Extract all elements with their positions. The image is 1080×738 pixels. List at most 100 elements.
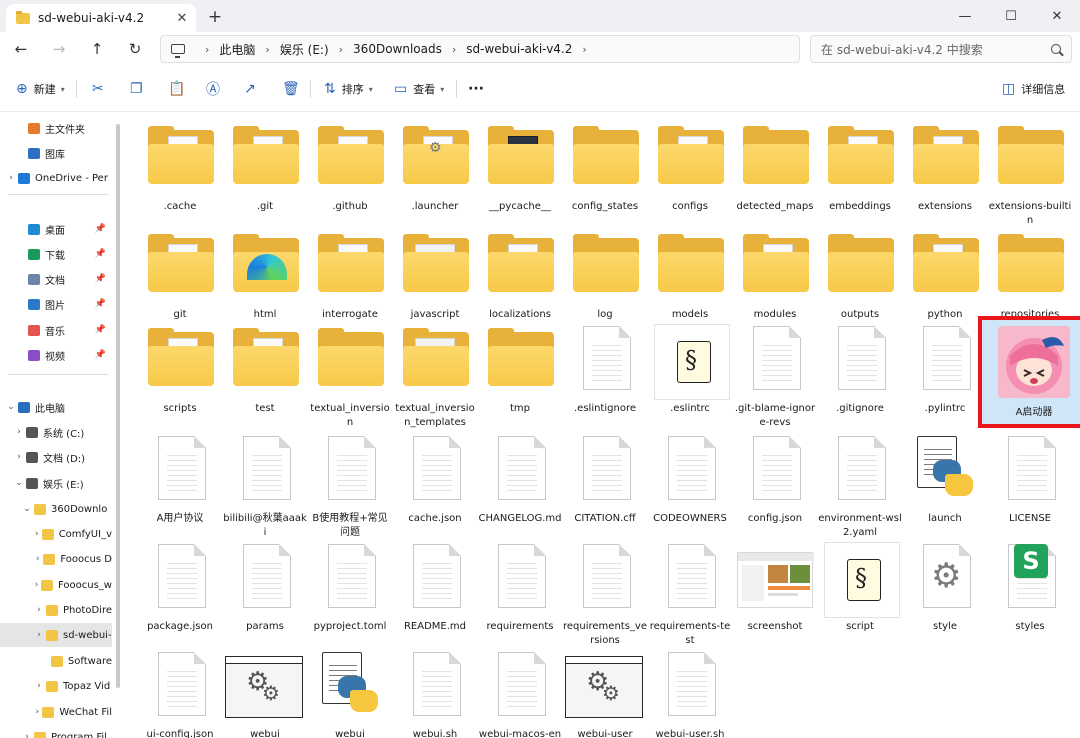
sidebar-item[interactable]: 桌面 📌 xyxy=(0,217,112,241)
forward-button[interactable]: → xyxy=(46,36,72,62)
file-item[interactable]: cache.json xyxy=(393,430,477,534)
chevron-right-icon[interactable]: › xyxy=(34,681,44,691)
file-item[interactable]: ⚙ style xyxy=(903,538,987,642)
breadcrumb-this-pc[interactable]: 此电脑 xyxy=(219,41,255,58)
file-item[interactable]: requirements-test xyxy=(648,538,732,646)
back-button[interactable]: ← xyxy=(8,36,34,62)
file-item[interactable]: ⚙ ⚙ webui-user xyxy=(563,646,647,738)
sidebar-item[interactable]: 视频 📌 xyxy=(0,343,112,367)
file-item[interactable]: pyproject.toml xyxy=(308,538,392,642)
file-item[interactable]: environment-wsl2.yaml xyxy=(818,430,902,538)
folder-item[interactable]: models xyxy=(648,226,732,330)
chevron-right-icon[interactable]: › xyxy=(34,554,41,564)
maximize-button[interactable]: ☐ xyxy=(988,0,1034,32)
folder-item[interactable]: tmp xyxy=(478,320,562,424)
folder-item[interactable]: python xyxy=(903,226,987,330)
chevron-right-icon[interactable]: › xyxy=(14,427,24,437)
sidebar-item[interactable]: 音乐 📌 xyxy=(0,318,112,342)
new-tab-button[interactable]: + xyxy=(204,6,226,28)
folder-item[interactable]: git xyxy=(138,226,222,330)
sidebar-item[interactable]: 图库 xyxy=(0,141,112,165)
sidebar-item[interactable]: Software xyxy=(0,649,112,673)
details-button[interactable]: ◫ 详细信息 xyxy=(1002,76,1065,102)
close-tab-button[interactable]: ✕ xyxy=(172,11,192,26)
file-item[interactable]: CITATION.cff xyxy=(563,430,647,534)
folder-item[interactable]: scripts xyxy=(138,320,222,424)
folder-item[interactable]: textual_inversion xyxy=(308,320,392,428)
folder-item[interactable]: extensions-builtin xyxy=(988,118,1072,226)
file-item[interactable]: .git-blame-ignore-revs xyxy=(733,320,817,428)
file-item[interactable]: CHANGELOG.md xyxy=(478,430,562,534)
address-bar[interactable]: › 此电脑 › 娱乐 (E:) › 360Downloads › sd-webu… xyxy=(160,35,800,63)
share-button[interactable]: ↗ xyxy=(244,76,262,102)
sidebar-item[interactable]: › 系统 (C:) xyxy=(0,420,112,444)
sidebar-scrollbar[interactable] xyxy=(116,124,120,688)
breadcrumb-drive-e[interactable]: 娱乐 (E:) xyxy=(280,41,329,58)
file-item[interactable]: params xyxy=(223,538,307,642)
sidebar-item[interactable]: › ComfyUI_v xyxy=(0,522,112,546)
cut-button[interactable]: ✂ xyxy=(92,76,110,102)
file-item[interactable]: B使用教程+常见问题 xyxy=(308,430,392,538)
file-item[interactable]: .gitignore xyxy=(818,320,902,424)
file-item[interactable]: webui xyxy=(308,646,392,738)
file-item[interactable]: package.json xyxy=(138,538,222,642)
sidebar-item[interactable]: ⌄ 此电脑 xyxy=(0,395,112,419)
sidebar-item[interactable]: › Fooocus D xyxy=(0,547,112,571)
file-item[interactable]: webui.sh xyxy=(393,646,477,738)
file-item[interactable]: screenshot xyxy=(733,538,817,642)
sidebar-item[interactable]: › Fooocus_w xyxy=(0,573,112,597)
chevron-right-icon[interactable]: › xyxy=(34,707,40,717)
search-input[interactable]: 在 sd-webui-aki-v4.2 中搜索 xyxy=(810,35,1072,63)
folder-item[interactable]: __pycache__ xyxy=(478,118,562,222)
sidebar-item[interactable]: 文档 📌 xyxy=(0,267,112,291)
file-item[interactable]: webui-macos-env.sh xyxy=(478,646,562,738)
folder-item[interactable]: repositories xyxy=(988,226,1072,330)
file-item[interactable]: README.md xyxy=(393,538,477,642)
chevron-down-icon[interactable]: ⌄ xyxy=(14,478,24,488)
sidebar-item[interactable]: › OneDrive - Per xyxy=(0,166,112,190)
close-window-button[interactable]: ✕ xyxy=(1034,0,1080,32)
chevron-right-icon[interactable]: › xyxy=(34,529,40,539)
sidebar-item[interactable]: › WeChat Fil xyxy=(0,700,112,724)
file-item[interactable]: .pylintrc xyxy=(903,320,987,424)
folder-item[interactable]: textual_inversion_templates xyxy=(393,320,477,428)
sidebar-item[interactable]: › 文档 (D:) xyxy=(0,445,112,469)
file-item[interactable]: requirements_versions xyxy=(563,538,647,646)
rename-button[interactable]: Ⓐ xyxy=(206,76,226,102)
folder-item[interactable]: interrogate xyxy=(308,226,392,330)
sidebar-item[interactable]: › Program Fil xyxy=(0,725,112,738)
folder-item[interactable]: ⚙ .launcher xyxy=(393,118,477,222)
folder-item[interactable]: .cache xyxy=(138,118,222,222)
chevron-right-icon[interactable]: › xyxy=(34,605,44,615)
file-item[interactable]: LICENSE xyxy=(988,430,1072,534)
new-button[interactable]: ⊕ 新建 ▾ xyxy=(16,76,65,102)
refresh-button[interactable]: ↻ xyxy=(122,36,148,62)
sidebar-item[interactable]: ⌄ 娱乐 (E:) xyxy=(0,471,112,495)
folder-item[interactable]: config_states xyxy=(563,118,647,222)
file-item[interactable]: A用户协议 xyxy=(138,430,222,534)
file-item[interactable]: Sstyles xyxy=(988,538,1072,642)
folder-item[interactable]: embeddings xyxy=(818,118,902,222)
folder-item[interactable]: detected_maps xyxy=(733,118,817,222)
folder-item[interactable]: outputs xyxy=(818,226,902,330)
sort-button[interactable]: ⇅ 排序 ▾ xyxy=(324,76,373,102)
breadcrumb-sd-webui[interactable]: sd-webui-aki-v4.2 xyxy=(466,42,572,56)
folder-item[interactable]: .github xyxy=(308,118,392,222)
file-item[interactable]: webui-user.sh xyxy=(648,646,732,738)
tab-sd-webui[interactable]: sd-webui-aki-v4.2 ✕ xyxy=(6,4,196,32)
view-button[interactable]: ▭ 查看 ▾ xyxy=(394,76,444,102)
file-item[interactable]: bilibili@秋葉aaaki xyxy=(223,430,307,538)
file-item[interactable]: config.json xyxy=(733,430,817,534)
file-item[interactable]: CODEOWNERS xyxy=(648,430,732,534)
chevron-right-icon[interactable]: › xyxy=(34,580,39,590)
breadcrumb-360downloads[interactable]: 360Downloads xyxy=(353,42,442,56)
copy-button[interactable]: ❐ xyxy=(130,76,149,102)
sidebar-item[interactable]: › Topaz Vid xyxy=(0,674,112,698)
chevron-right-icon[interactable]: › xyxy=(6,173,16,183)
sidebar-item[interactable]: 图片 📌 xyxy=(0,292,112,316)
sidebar-item[interactable]: › sd-webui- xyxy=(0,623,112,647)
folder-item[interactable]: html xyxy=(223,226,307,330)
sidebar-item[interactable]: 主文件夹 xyxy=(0,116,112,140)
delete-button[interactable]: 🗑 xyxy=(282,76,306,102)
file-item[interactable]: requirements xyxy=(478,538,562,642)
